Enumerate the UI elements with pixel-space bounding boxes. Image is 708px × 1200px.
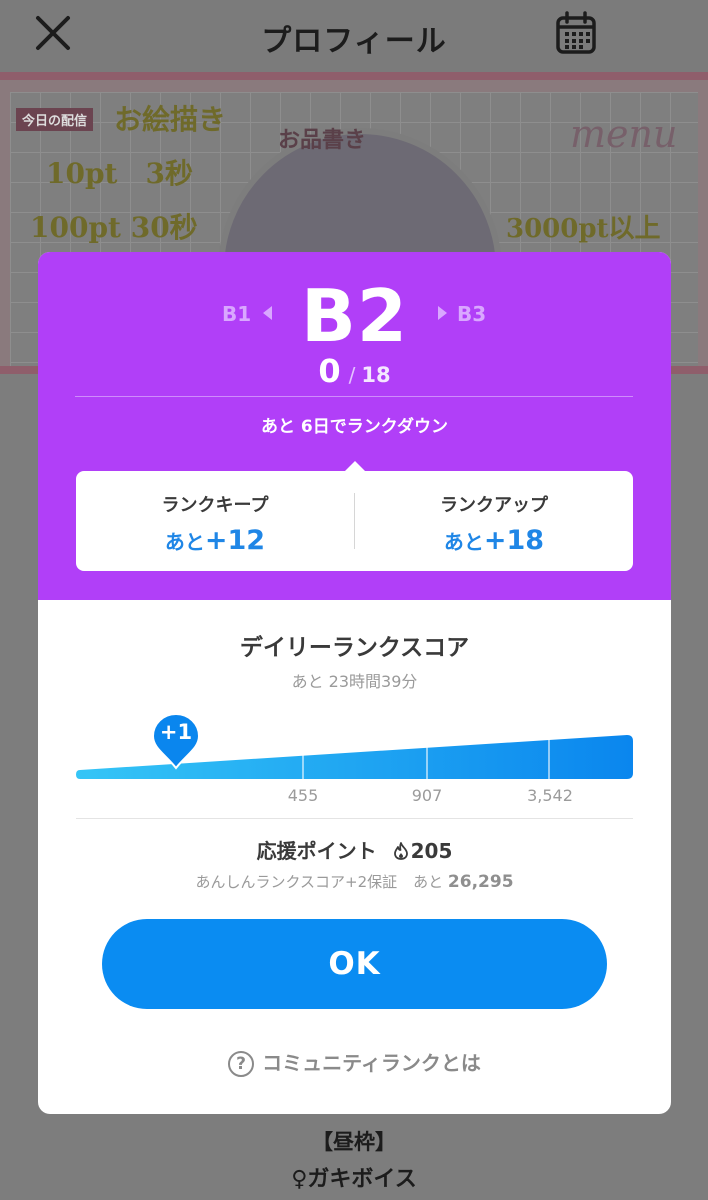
rank-up-label: ランクアップ <box>440 495 548 516</box>
score-tick-label: 455 <box>287 786 319 805</box>
rank-keep-number: +12 <box>204 525 266 556</box>
current-score-marker: +1 <box>159 720 193 744</box>
community-rank-help-link[interactable]: ? コミュニティランクとは <box>38 1047 671 1077</box>
top-bar: プロフィール <box>0 0 708 72</box>
safety-score-guarantee: あんしんランクスコア+2保証 <box>195 873 398 891</box>
rank-keep-prefix: あと <box>164 530 205 554</box>
arrow-right-icon <box>438 306 447 320</box>
ok-button[interactable]: OK <box>102 919 607 1009</box>
support-points-row: 応援ポイント 205 <box>38 835 671 864</box>
score-tick-label: 3,542 <box>527 786 573 805</box>
next-rank-label: B3 <box>457 302 487 326</box>
profile-name-text: ♀ガキボイス <box>291 1167 417 1192</box>
banner-menu-text: menu <box>570 112 678 156</box>
rank-up-number: +18 <box>483 525 545 556</box>
rank-down-notice: あと 6日でランクダウン <box>260 417 449 437</box>
rank-up-column: ランクアップ あと+18 <box>355 471 633 571</box>
banner-tag: 今日の配信 <box>16 108 94 131</box>
rank-up-prefix: あと <box>443 530 484 554</box>
rank-up-value: あと+18 <box>355 525 633 556</box>
rank-progress-total: 18 <box>361 363 391 387</box>
score-tick-label: 907 <box>411 786 443 805</box>
calendar-icon[interactable] <box>554 10 598 56</box>
daily-rank-score-title: デイリーランクスコア <box>239 635 470 661</box>
current-rank: B2 <box>301 274 408 358</box>
community-rank-modal: B1 B2 B3 0/18 あと 6日でランクダウン ランクキープ あと+12 … <box>38 252 671 1114</box>
banner-circle-title: お品書き <box>278 128 367 153</box>
rank-progress: 0 /18 <box>38 352 671 390</box>
page-title: プロフィール <box>261 24 447 59</box>
rank-header: B1 B2 B3 0/18 あと 6日でランクダウン ランクキープ あと+12 … <box>38 252 671 600</box>
daily-time-remaining: あと 23時間39分 <box>291 672 418 691</box>
help-icon: ? <box>228 1051 255 1077</box>
banner-line: 100pt 30秒 <box>30 211 198 244</box>
banner-line: 3000pt以上 <box>506 214 661 244</box>
safety-score-remaining-prefix: あと <box>413 873 444 891</box>
rank-progress-current: 0 <box>318 352 341 390</box>
rank-progress-separator: / <box>348 363 356 387</box>
profile-slot-text: 【昼枠】 <box>312 1130 396 1154</box>
rank-keep-column: ランクキープ あと+12 <box>76 471 354 571</box>
banner-line: 10pt 3秒 <box>46 157 193 190</box>
help-link-label: コミュニティランクとは <box>262 1051 481 1075</box>
safety-score-remaining-value: 26,295 <box>447 872 514 892</box>
divider <box>76 818 633 819</box>
support-points-value: 205 <box>410 839 453 863</box>
divider <box>75 396 633 397</box>
rank-goal-card: ランクキープ あと+12 ランクアップ あと+18 <box>76 471 633 571</box>
banner-line: お絵描き <box>114 103 227 136</box>
flame-icon <box>393 842 408 860</box>
safety-score-row: あんしんランクスコア+2保証 あと 26,295 <box>38 871 671 892</box>
rank-keep-label: ランクキープ <box>161 495 269 516</box>
support-points-label: 応援ポイント <box>256 839 377 863</box>
rank-keep-value: あと+12 <box>76 525 354 556</box>
